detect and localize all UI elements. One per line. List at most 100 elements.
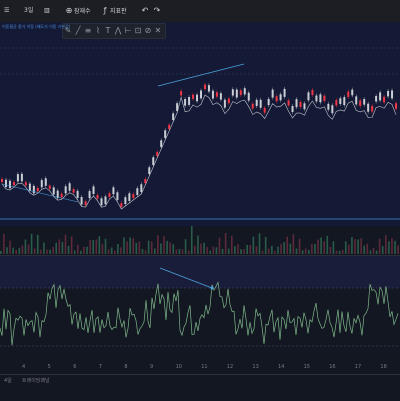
volume-bar: [261, 250, 264, 254]
volume-bar: [227, 248, 230, 254]
pattern-icon[interactable]: ⋀: [113, 24, 123, 38]
candle-body: [144, 178, 147, 183]
volume-bar: [132, 238, 135, 254]
bottom-panel: 4일 트레이딩패널: [0, 374, 400, 401]
volume-bar: [243, 249, 245, 254]
candle-body: [223, 99, 226, 108]
volume-bar: [110, 247, 113, 254]
candle-body: [112, 187, 115, 195]
volume-bar: [234, 246, 236, 254]
volume-bar: [12, 247, 14, 254]
time-axis-tick: 8: [124, 364, 128, 370]
trash-icon[interactable]: ✕: [153, 24, 163, 38]
candle-body: [235, 89, 238, 98]
indicators-label: 지표판: [110, 8, 127, 15]
volume-bar: [280, 244, 282, 254]
candle-body: [351, 89, 354, 96]
hamburger-icon[interactable]: ☰: [2, 4, 11, 18]
volume-bar: [89, 239, 91, 254]
volume-bar: [27, 244, 30, 254]
candle-body: [375, 95, 378, 102]
volume-bar: [21, 245, 24, 254]
brush-icon[interactable]: ⌇: [93, 24, 103, 38]
candle-body: [28, 183, 31, 191]
candle-body: [140, 184, 143, 192]
candle-body: [243, 88, 246, 95]
divergence-endpoint[interactable]: [210, 286, 214, 290]
volume-bar: [246, 244, 248, 254]
chart-type-icon[interactable]: ▥: [42, 4, 52, 18]
indicator-legend: 이동평균 종가 이동 (매도가 이동 기본값): [2, 24, 71, 29]
measure-icon[interactable]: ⊡: [133, 24, 143, 38]
volume-bar: [224, 233, 227, 254]
volume-bar: [154, 248, 156, 254]
indicators-button[interactable]: ƒ 지표판: [98, 4, 129, 18]
lock-icon[interactable]: ⊘: [143, 24, 153, 38]
volume-bar: [397, 245, 399, 254]
candle-body: [88, 191, 91, 199]
volume-bar: [138, 241, 141, 254]
volume-bar: [332, 241, 335, 254]
volume-bar: [237, 244, 239, 254]
candle-body: [279, 94, 282, 101]
candle-body: [120, 203, 123, 207]
candle-body: [299, 101, 302, 108]
candle-body: [227, 98, 230, 104]
volume-bar: [166, 240, 168, 254]
volume-bar: [348, 244, 350, 254]
volume-bar: [206, 246, 208, 254]
trading-panel-tab[interactable]: 트레이딩패널: [22, 377, 50, 384]
volume-bar: [375, 250, 378, 254]
candle-body: [239, 90, 242, 95]
volume-bar: [197, 235, 199, 254]
volume-bar: [277, 246, 279, 254]
volume-bar: [292, 234, 295, 254]
volume-bar: [36, 234, 39, 254]
compare-button[interactable]: ⊕ 잠재수: [62, 4, 93, 18]
time-axis-tick: 13: [252, 364, 259, 370]
time-axis-tick: 5: [47, 364, 51, 370]
fib-icon[interactable]: ≡: [83, 24, 93, 38]
candle-body: [84, 201, 87, 205]
time-axis[interactable]: 4 5 6 7 8 9 10 11 12 13 14 15 16 17 18: [0, 364, 400, 372]
drawing-toolbar: ✎ ╱ ≡ ⌇ T ⋀ ⊢ ⊡ ⊘ ✕: [62, 23, 166, 39]
candle-body: [8, 180, 11, 189]
volume-bar: [135, 242, 138, 254]
oscillator-chart[interactable]: [0, 256, 400, 362]
volume-bar: [311, 243, 313, 254]
volume-bar: [212, 246, 215, 254]
candle-body: [68, 183, 71, 191]
volume-bar: [295, 248, 298, 254]
volume-bar: [101, 244, 104, 254]
volume-bar: [258, 233, 261, 254]
volume-bar: [178, 248, 181, 254]
ruler-icon[interactable]: ⊢: [123, 24, 133, 38]
text-icon[interactable]: T: [103, 24, 113, 38]
candle-body: [271, 89, 274, 98]
interval-selector[interactable]: 3일: [22, 4, 35, 18]
candle-body: [136, 188, 139, 195]
volume-bar: [67, 245, 70, 254]
price-chart[interactable]: [0, 22, 400, 226]
volume-bar: [190, 226, 193, 254]
candle-body: [128, 193, 131, 201]
bottom-range-label[interactable]: 4일: [4, 377, 12, 384]
volume-bar: [58, 239, 61, 254]
time-axis-tick: 15: [303, 364, 310, 370]
trendline-icon[interactable]: ╱: [73, 24, 83, 38]
candle-body: [36, 188, 39, 192]
candle-body: [12, 182, 15, 186]
time-axis-tick: 4: [22, 364, 26, 370]
volume-bar: [43, 242, 45, 254]
volume-bar: [323, 241, 325, 254]
candle-body: [40, 180, 43, 188]
candle-body: [108, 193, 111, 197]
volume-bar: [141, 249, 144, 254]
candle-body: [164, 130, 167, 138]
volume-bar: [351, 237, 353, 254]
candle-body: [371, 105, 374, 112]
candle-body: [255, 99, 258, 106]
redo-button[interactable]: ↷: [150, 4, 164, 18]
volume-bar: [83, 246, 85, 254]
volume-bar: [267, 248, 270, 254]
